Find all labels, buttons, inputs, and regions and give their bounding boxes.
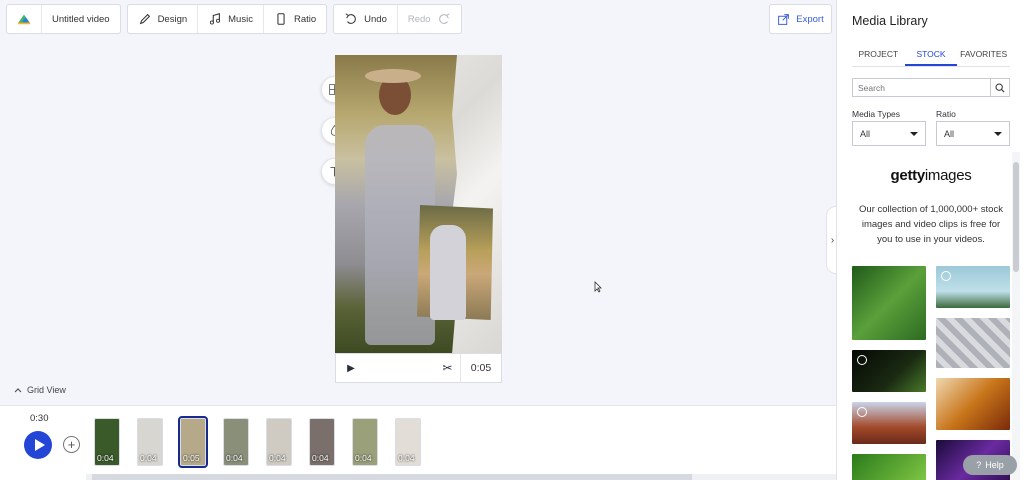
clip-thumbnail[interactable]: 0:04 [94, 418, 120, 466]
stock-thumbnail-plant-dark[interactable] [852, 350, 926, 392]
undo-button[interactable]: Undo [334, 5, 397, 33]
clip-duration-label: 0:04 [312, 453, 329, 463]
add-clip-button[interactable]: + [63, 436, 80, 453]
music-note-icon [210, 13, 221, 25]
grid-view-toggle[interactable]: Grid View [14, 385, 66, 395]
redo-label: Redo [407, 13, 431, 25]
media-types-value: All [860, 128, 871, 139]
clip-thumbnail-selected[interactable]: 0:05 [178, 416, 208, 468]
clip-duration-label: 0:04 [140, 453, 157, 463]
video-play-icon [857, 407, 867, 417]
play-button[interactable] [24, 431, 52, 459]
chevron-right-icon: › [830, 234, 835, 246]
redo-icon [438, 13, 450, 24]
stock-media-grid [852, 266, 1012, 480]
phone-ratio-icon [277, 13, 285, 25]
music-label: Music [228, 13, 253, 25]
brand-bold: getty [890, 167, 926, 184]
timeline: 0:30 + 0:04 0:04 0:05 0:04 0:04 0:04 0:0… [0, 405, 836, 480]
clip-duration-label: 0:04 [355, 453, 372, 463]
timeline-scrollbar[interactable] [86, 474, 836, 480]
timeline-scroll-thumb[interactable] [92, 474, 692, 480]
clip-duration-label: 0:05 [183, 453, 200, 463]
total-duration: 0:30 [30, 413, 49, 424]
clip-duration-label: 0:04 [226, 453, 243, 463]
video-play-icon [857, 355, 867, 365]
export-button[interactable]: Export [769, 4, 832, 34]
app-logo[interactable] [7, 5, 41, 33]
help-button[interactable]: ? Help [963, 455, 1017, 475]
media-library-panel: Media Library PROJECT STOCK FAVORITES Me… [836, 0, 1024, 480]
clip-thumbnail[interactable]: 0:04 [352, 418, 378, 466]
media-tabs: PROJECT STOCK FAVORITES [852, 43, 1010, 67]
media-types-label: Media Types [852, 109, 901, 119]
video-canvas[interactable] [335, 55, 502, 353]
export-label: Export [796, 13, 824, 25]
chevron-up-icon [14, 388, 22, 393]
undo-icon [345, 13, 356, 24]
music-button[interactable]: Music [197, 5, 263, 33]
preview-play-button[interactable]: ▶ [336, 363, 366, 374]
clip-thumbnail[interactable]: 0:04 [309, 418, 335, 466]
edit-group: Design Music Ratio [126, 4, 328, 34]
caret-down-icon [994, 131, 1002, 136]
pencil-icon [139, 13, 150, 25]
clip-list: 0:04 0:04 0:05 0:04 0:04 0:04 0:04 0:04 [94, 416, 421, 468]
clip-thumbnail[interactable]: 0:04 [223, 418, 249, 466]
stock-thumbnail-palms[interactable] [936, 266, 1010, 308]
stock-thumbnail-wood[interactable] [936, 318, 1010, 368]
history-group: Undo Redo [333, 4, 462, 34]
clip-duration-label: 0:04 [269, 453, 286, 463]
ratio-select[interactable]: All [936, 121, 1010, 146]
stock-thumbnail-basil[interactable] [852, 266, 926, 340]
clip-thumbnail[interactable]: 0:04 [266, 418, 292, 466]
ratio-filter-label: Ratio [936, 109, 956, 119]
search-input[interactable] [853, 82, 990, 93]
project-title[interactable]: Untitled video [41, 5, 120, 33]
getty-images-logo: gettyimages [852, 167, 1010, 184]
hat-shape [365, 69, 421, 83]
search-icon [995, 83, 1005, 93]
clip-duration-label: 0:04 [398, 453, 415, 463]
logo-icon [17, 14, 31, 25]
mouse-cursor-icon [594, 281, 602, 293]
tab-stock[interactable]: STOCK [904, 43, 958, 66]
ratio-label: Ratio [293, 13, 317, 25]
panel-scroll-thumb[interactable] [1013, 162, 1019, 272]
clip-thumbnail[interactable]: 0:04 [395, 418, 421, 466]
grid-view-label: Grid View [27, 385, 66, 395]
stock-thumbnail-pagoda[interactable] [852, 402, 926, 444]
search-box [852, 78, 1010, 97]
getty-description: Our collection of 1,000,000+ stock image… [859, 204, 1003, 245]
help-label: Help [985, 460, 1004, 470]
top-toolbar: Untitled video Design Music Ratio Undo R… [6, 4, 462, 34]
video-play-icon [941, 271, 951, 281]
ratio-value: All [944, 128, 955, 139]
caret-down-icon [910, 131, 918, 136]
clip-duration: 0:05 [470, 362, 492, 374]
export-icon [778, 13, 790, 25]
stock-thumbnail-leaf[interactable] [852, 454, 926, 480]
panel-title: Media Library [852, 14, 928, 28]
tab-favorites[interactable]: FAVORITES [957, 43, 1010, 66]
ratio-button[interactable]: Ratio [262, 5, 326, 33]
redo-button[interactable]: Redo [396, 5, 461, 33]
clip-duration-label: 0:04 [97, 453, 114, 463]
preview-playbar: ▶ ✂ 0:05 [335, 353, 502, 383]
search-button[interactable] [990, 79, 1009, 96]
brand-light: images [924, 167, 972, 184]
help-icon: ? [976, 460, 982, 470]
project-group: Untitled video [6, 4, 121, 34]
clip-thumbnail[interactable]: 0:04 [137, 418, 163, 466]
stock-thumbnail-autumn[interactable] [936, 378, 1010, 430]
design-label: Design [157, 13, 188, 25]
tab-project[interactable]: PROJECT [852, 43, 905, 66]
media-types-select[interactable]: All [852, 121, 926, 146]
design-button[interactable]: Design [128, 5, 198, 33]
child-shape [430, 225, 466, 320]
scissors-icon[interactable]: ✂ [435, 354, 461, 382]
panel-scrollbar[interactable] [1012, 152, 1020, 480]
undo-label: Undo [364, 13, 387, 25]
